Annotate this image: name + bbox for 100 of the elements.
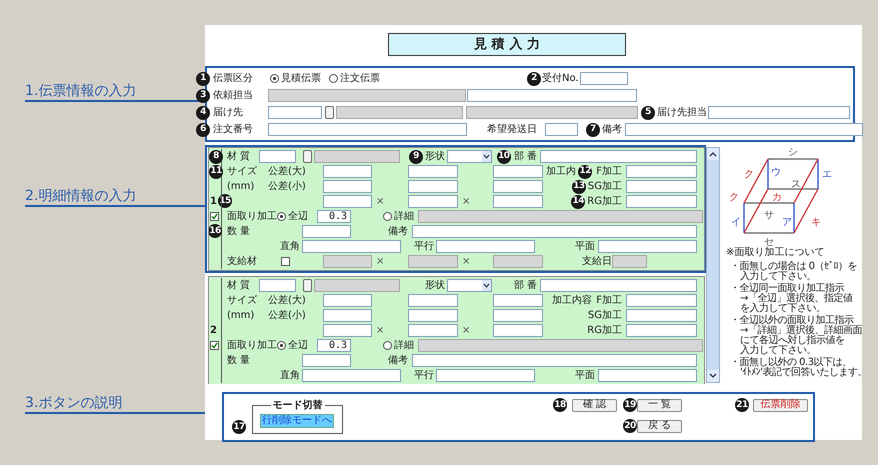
checkbox[interactable]	[281, 257, 290, 266]
notes-heading: ※面取り加工について	[726, 247, 826, 259]
lookup-button[interactable]	[325, 106, 334, 119]
input-field[interactable]	[302, 369, 401, 382]
action-button[interactable]: 確 認	[572, 398, 617, 412]
field-label: 公差(大)	[268, 294, 307, 308]
input-field[interactable]	[626, 180, 697, 193]
input-field[interactable]	[259, 279, 296, 292]
field-label: RG加工	[587, 324, 622, 338]
action-button[interactable]: 一 覧	[637, 398, 682, 412]
radio-button[interactable]	[383, 212, 392, 221]
input-field[interactable]	[323, 294, 372, 307]
input-field[interactable]: 0.3	[317, 339, 351, 352]
field-label: ×	[376, 324, 384, 338]
input-field[interactable]	[626, 165, 697, 178]
field-label: 形状	[425, 278, 445, 293]
input-field[interactable]	[436, 240, 535, 253]
note-text: ・面無しの場合は 0（ｾﾞﾛ）を 入力して下さい。	[730, 262, 858, 282]
input-field[interactable]	[408, 294, 458, 307]
lookup-button[interactable]	[303, 150, 312, 163]
input-field[interactable]	[323, 195, 372, 208]
scrollbar[interactable]	[706, 147, 720, 383]
callout-number: 9	[409, 150, 423, 164]
field-label: 支給材	[227, 254, 258, 269]
field-label: 1	[210, 195, 217, 209]
input-field[interactable]	[323, 309, 372, 322]
input-field[interactable]	[259, 150, 296, 163]
input-field[interactable]	[323, 165, 372, 178]
callout-number: 10	[496, 150, 511, 164]
input-field[interactable]	[268, 123, 467, 136]
section-guide-label: 2.明細情報の入力	[25, 187, 205, 207]
field-label: 詳細	[394, 210, 414, 224]
field-label: 支給日	[581, 254, 612, 269]
radio-button[interactable]	[270, 74, 279, 83]
lookup-button[interactable]	[303, 279, 312, 292]
callout-number: 1	[196, 72, 210, 86]
input-field[interactable]	[598, 240, 697, 253]
field-label: 公差(小)	[268, 180, 307, 194]
checkbox[interactable]	[210, 341, 219, 350]
input-field[interactable]	[412, 354, 697, 367]
input-field[interactable]	[545, 123, 578, 136]
input-field[interactable]	[708, 106, 850, 119]
input-field[interactable]	[493, 324, 543, 337]
input-field[interactable]	[493, 195, 543, 208]
field-label: 直角	[279, 368, 301, 383]
input-field[interactable]	[493, 165, 543, 178]
input-field[interactable]: 0.3	[317, 210, 351, 223]
input-field[interactable]	[408, 324, 458, 337]
input-field[interactable]	[626, 324, 697, 337]
action-button[interactable]: 戻 る	[637, 420, 682, 432]
input-field[interactable]	[412, 225, 697, 238]
scroll-down-button[interactable]	[707, 370, 719, 382]
input-field[interactable]	[408, 180, 458, 193]
input-field[interactable]	[268, 106, 322, 119]
chevron-down-icon	[709, 373, 717, 379]
input-field[interactable]	[625, 123, 863, 136]
input-field[interactable]	[540, 150, 697, 163]
field-label: ×	[462, 255, 470, 269]
edge-label: サ	[764, 210, 774, 221]
input-field[interactable]	[302, 354, 351, 367]
callout-number: 5	[641, 106, 655, 120]
input-field[interactable]	[493, 294, 543, 307]
input-field[interactable]	[467, 89, 637, 102]
input-field[interactable]	[493, 309, 543, 322]
input-field[interactable]	[626, 309, 697, 322]
row-delete-mode-button[interactable]: 行削除モードへ	[260, 414, 334, 428]
input-field[interactable]	[408, 165, 458, 178]
callout-number: 8	[209, 150, 223, 164]
field-label: 備考	[387, 224, 409, 239]
readonly-field	[323, 255, 372, 268]
input-field[interactable]	[323, 180, 372, 193]
field-label: 数 量	[227, 354, 252, 368]
action-button[interactable]: 伝票削除	[753, 398, 808, 412]
input-field[interactable]	[580, 72, 628, 85]
dropdown[interactable]	[447, 279, 492, 292]
field-label: サイズ	[227, 165, 258, 179]
radio-button[interactable]	[277, 341, 286, 350]
callout-number: 3	[196, 88, 210, 102]
input-field[interactable]	[302, 225, 351, 238]
input-field[interactable]	[493, 180, 543, 193]
field-label: 全辺	[288, 338, 308, 353]
field-label: 部 番	[514, 150, 537, 164]
input-field[interactable]	[302, 240, 401, 253]
radio-button[interactable]	[277, 212, 286, 221]
input-field[interactable]	[323, 324, 372, 337]
radio-button[interactable]	[383, 341, 392, 350]
callout-number: 14	[571, 194, 586, 208]
input-field[interactable]	[626, 294, 697, 307]
input-field[interactable]	[540, 279, 697, 292]
input-field[interactable]	[408, 195, 458, 208]
input-field[interactable]	[436, 369, 535, 382]
callout-number: 13	[572, 180, 586, 194]
input-field[interactable]	[408, 309, 458, 322]
radio-button[interactable]	[329, 74, 338, 83]
dropdown[interactable]	[447, 150, 492, 163]
scroll-up-button[interactable]	[707, 148, 719, 160]
input-field[interactable]	[626, 195, 697, 208]
checkbox[interactable]	[210, 212, 219, 221]
input-field[interactable]	[598, 369, 697, 382]
field-label: 注文伝票	[340, 72, 380, 86]
